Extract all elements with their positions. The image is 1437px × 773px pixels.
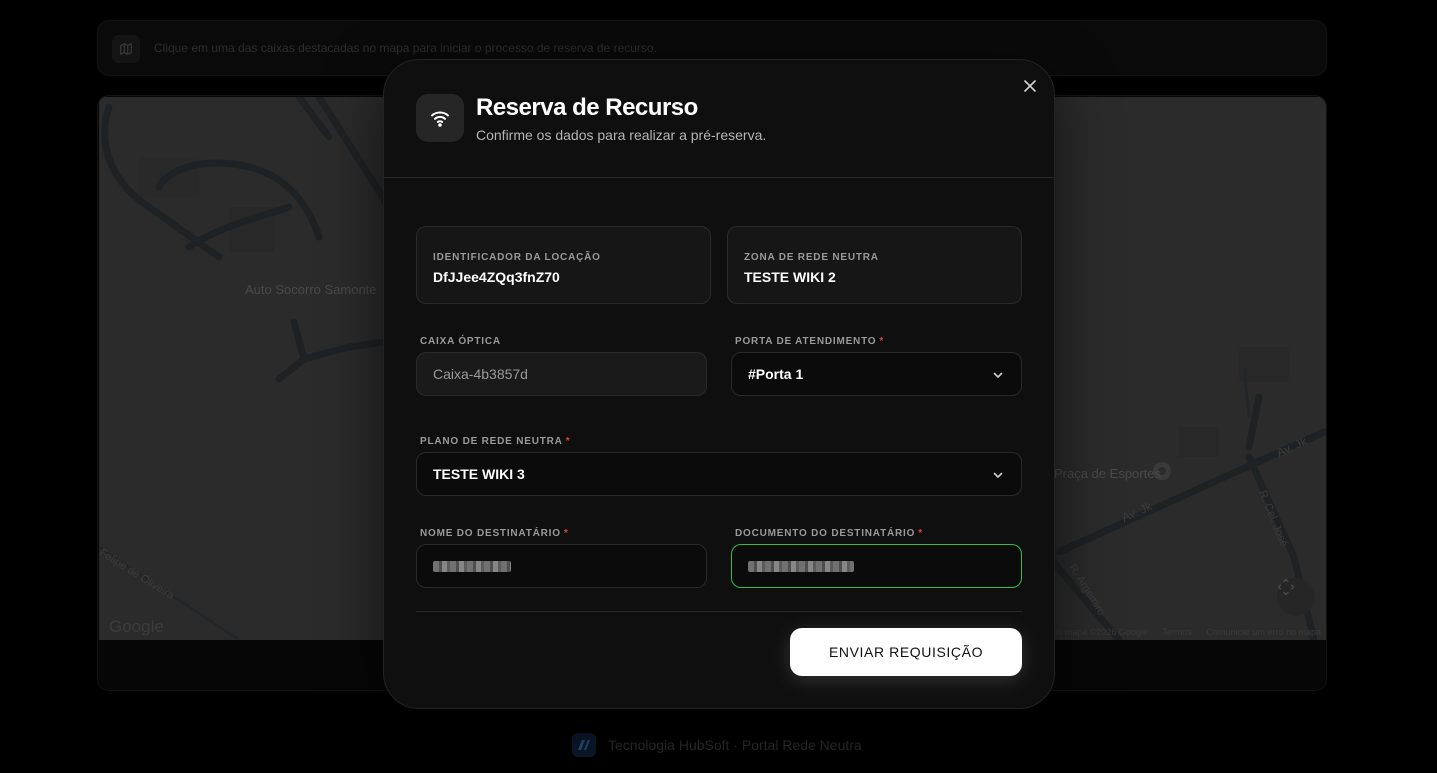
chevron-down-icon xyxy=(993,372,1003,378)
optical-box-value: Caixa-4b3857d xyxy=(433,366,528,382)
fullscreen-button[interactable] xyxy=(1277,578,1315,616)
neutral-zone-card: ZONA DE REDE NEUTRA TESTE WIKI 2 xyxy=(727,226,1022,304)
map-label-sports: Praça de Esportes xyxy=(1054,466,1161,481)
required-marker: * xyxy=(879,336,885,347)
reservation-modal: Reserva de Recurso Confirme os dados par… xyxy=(383,59,1055,709)
google-logo: Google xyxy=(109,617,164,636)
location-id-card: IDENTIFICADOR DA LOCAÇÃO DfJJee4ZQq3fnZ7… xyxy=(416,226,711,304)
optical-box-field: Caixa-4b3857d xyxy=(416,352,707,396)
modal-header: Reserva de Recurso Confirme os dados par… xyxy=(384,60,1054,178)
recipient-name-label: NOME DO DESTINATÁRIO * xyxy=(420,528,569,539)
required-marker: * xyxy=(918,528,923,539)
divider xyxy=(416,611,1022,612)
hubsoft-logo-icon xyxy=(572,733,596,757)
map-label-business: Auto Socorro Samonte xyxy=(245,282,377,297)
close-icon xyxy=(1024,80,1036,92)
service-port-select[interactable]: #Porta 1 xyxy=(731,352,1022,396)
location-id-label: IDENTIFICADOR DA LOCAÇÃO xyxy=(433,252,601,263)
footer-text: Tecnologia HubSoft · Portal Rede Neutra xyxy=(608,737,862,753)
submit-request-button[interactable]: ENVIAR REQUISIÇÃO xyxy=(790,628,1022,676)
hint-text: Clique em uma das caixas destacadas no m… xyxy=(154,41,657,55)
required-marker: * xyxy=(565,436,571,447)
neutral-zone-value: TESTE WIKI 2 xyxy=(744,269,836,285)
page: Clique em uma das caixas destacadas no m… xyxy=(0,0,1437,773)
recipient-document-input[interactable] xyxy=(731,544,1022,588)
modal-subtitle: Confirme os dados para realizar a pré-re… xyxy=(476,127,767,143)
map-report-link[interactable]: Comunicar um erro no mapa xyxy=(1206,627,1321,637)
map-terms-link[interactable]: Termos xyxy=(1162,627,1192,637)
page-footer: Tecnologia HubSoft · Portal Rede Neutra xyxy=(572,733,862,757)
neutral-plan-value: TESTE WIKI 3 xyxy=(433,466,525,482)
recipient-name-input[interactable] xyxy=(416,544,707,588)
fullscreen-icon xyxy=(1277,578,1295,596)
neutral-plan-label: PLANO DE REDE NEUTRA * xyxy=(420,436,571,447)
neutral-zone-label: ZONA DE REDE NEUTRA xyxy=(744,252,879,263)
modal-title: Reserva de Recurso xyxy=(476,94,698,121)
redacted-text xyxy=(433,561,511,572)
map-footer: Dados do mapa ©2026 Google Termos Comuni… xyxy=(1012,627,1321,637)
neutral-plan-select[interactable]: TESTE WIKI 3 xyxy=(416,452,1022,496)
optical-box-label: CAIXA ÓPTICA xyxy=(420,336,501,347)
redacted-text xyxy=(748,561,854,572)
required-marker: * xyxy=(563,528,569,539)
service-port-value: #Porta 1 xyxy=(748,366,804,382)
chevron-down-icon xyxy=(993,472,1003,478)
recipient-document-label: DOCUMENTO DO DESTINATÁRIO * xyxy=(735,528,923,539)
map-icon xyxy=(112,35,140,63)
service-port-label: PORTA DE ATENDIMENTO * xyxy=(735,336,885,347)
close-button[interactable] xyxy=(1020,76,1040,96)
location-id-value: DfJJee4ZQq3fnZ70 xyxy=(433,269,560,285)
wifi-icon xyxy=(416,94,464,142)
